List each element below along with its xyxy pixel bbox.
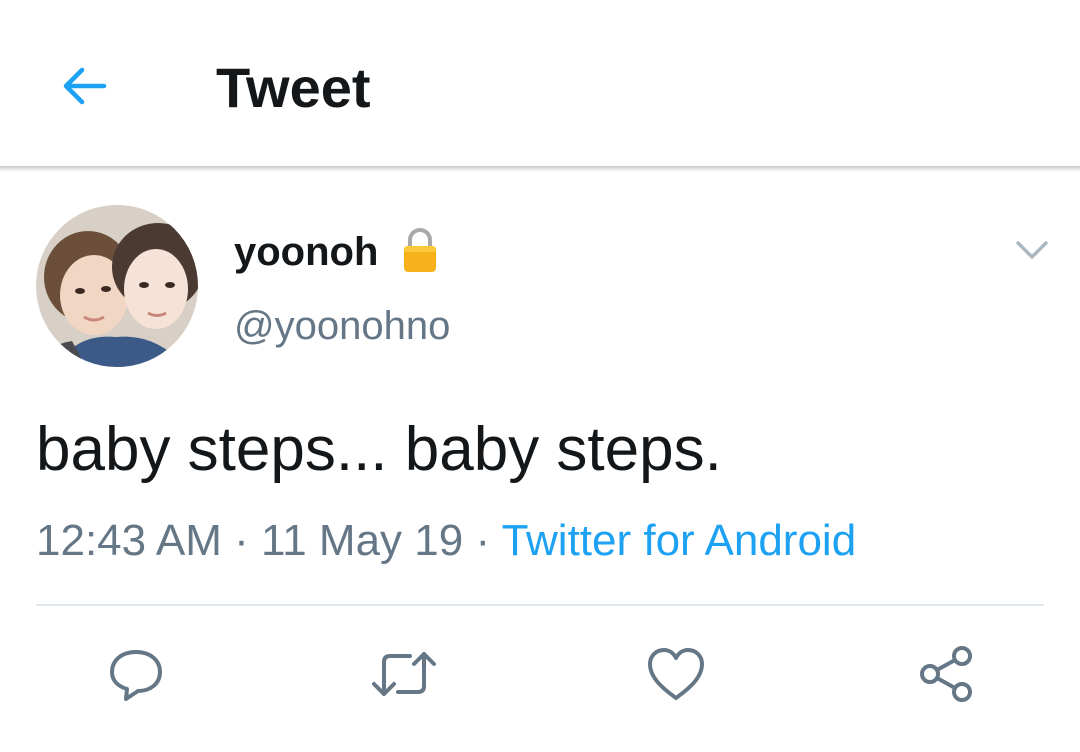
divider (36, 604, 1044, 606)
like-button[interactable] (644, 642, 708, 706)
bottom-edge (0, 744, 1080, 752)
back-button[interactable] (56, 58, 112, 114)
tweet-metadata: 12:43 AM · 11 May 19 · Twitter for Andro… (36, 514, 856, 568)
chevron-down-icon (1016, 241, 1048, 259)
tweet-date: 11 May 19 (261, 516, 464, 565)
tweet-source-link[interactable]: Twitter for Android (502, 516, 857, 565)
like-icon (648, 648, 704, 700)
author-display-name[interactable]: yoonoh (234, 228, 378, 276)
retweet-button[interactable] (372, 642, 436, 706)
author-handle[interactable]: @yoonohno (234, 302, 450, 350)
reply-button[interactable] (104, 642, 168, 706)
share-icon (920, 646, 972, 702)
tweet-text: baby steps... baby steps. (36, 415, 722, 484)
lock-icon (400, 226, 440, 274)
meta-separator: · (475, 516, 491, 565)
tweet-time: 12:43 AM (36, 516, 222, 565)
avatar[interactable] (36, 205, 198, 367)
retweet-icon (372, 652, 436, 696)
avatar-photo (36, 205, 198, 367)
share-button[interactable] (914, 642, 978, 706)
tweet-menu-button[interactable] (1010, 230, 1054, 270)
app-bar-shadow (0, 166, 1080, 172)
arrow-left-icon (63, 67, 107, 105)
app-bar: Tweet (0, 0, 1080, 166)
reply-icon (110, 650, 162, 701)
page-title: Tweet (216, 56, 371, 119)
meta-separator: · (234, 516, 249, 565)
